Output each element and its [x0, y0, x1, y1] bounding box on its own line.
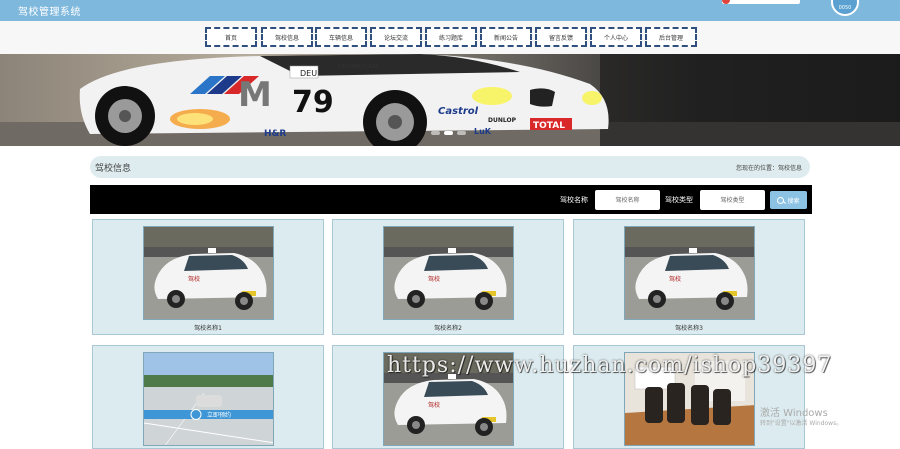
banner-brand-mark: M	[238, 75, 272, 115]
school-card[interactable]: 驾校 驾校名称1	[92, 219, 324, 335]
search-button-label: 搜索	[787, 197, 800, 205]
school-name-label: 驾校名称	[560, 196, 588, 204]
card-image-car[interactable]: 驾校	[383, 226, 514, 320]
svg-text:驾校: 驾校	[428, 275, 440, 283]
card-overlay-label[interactable]: 立即预约	[207, 410, 231, 419]
banner-sponsor-hr: H&R	[264, 129, 286, 139]
search-button[interactable]: 搜索	[770, 191, 807, 209]
banner-sponsor-luk: LuK	[474, 127, 492, 136]
card-caption: 驾校名称1	[194, 325, 222, 332]
slider-dot-2[interactable]	[444, 131, 453, 135]
svg-text:驾校: 驾校	[428, 401, 440, 409]
school-card[interactable]: 驾校 驾校名称2	[332, 219, 564, 335]
school-type-label: 驾校类型	[665, 196, 693, 204]
school-type-input[interactable]	[700, 190, 765, 210]
nav-item-home[interactable]: 首页	[205, 27, 257, 47]
slider-dot-1[interactable]	[431, 131, 440, 135]
banner-car-number: 79	[292, 85, 334, 120]
windows-activation-title: 激活 Windows	[760, 408, 828, 419]
nav-item-admin[interactable]: 后台管理	[645, 27, 697, 47]
banner-sponsor-total: TOTAL	[533, 121, 565, 131]
card-image-car[interactable]: 驾校	[624, 226, 755, 320]
nav-item-user-center[interactable]: 个人中心	[590, 27, 642, 47]
school-card[interactable]: 驾校 驾校名称3	[573, 219, 805, 335]
weibo-logo-icon[interactable]	[722, 0, 800, 4]
banner-slider-dots	[431, 131, 466, 135]
section-header: 驾校信息 您现在的位置：驾校信息	[90, 156, 810, 178]
banner-sponsor-crowne: CROWNE PLAZA	[338, 64, 379, 70]
main-nav: 首页 驾校信息 车辆信息 论坛交流 练习题库 新闻公告 留言反馈 个人中心 后台…	[0, 21, 900, 54]
banner-sponsor-castrol: Castrol	[438, 106, 479, 117]
school-name-input[interactable]	[595, 190, 660, 210]
nav-item-vehicle-info[interactable]: 车辆信息	[315, 27, 367, 47]
search-bar: 驾校名称 驾校类型 搜索	[90, 185, 812, 214]
banner-sponsor-dunlop: DUNLOP	[488, 117, 517, 124]
watermark-url: https://www.huzhan.com/ishop39397	[387, 353, 833, 378]
card-caption: 驾校名称3	[675, 325, 703, 332]
nav-item-forum[interactable]: 论坛交流	[370, 27, 422, 47]
search-icon	[777, 196, 785, 204]
school-card[interactable]: 立即预约	[92, 345, 324, 449]
card-caption: 驾校名称2	[434, 325, 462, 332]
section-title: 驾校信息	[95, 164, 132, 174]
svg-text:驾校: 驾校	[669, 275, 681, 283]
nav-item-school-info[interactable]: 驾校信息	[261, 27, 313, 47]
nav-item-feedback[interactable]: 留言反馈	[535, 27, 587, 47]
svg-text:驾校: 驾校	[188, 275, 200, 283]
user-avatar-text: 0050	[838, 5, 852, 11]
breadcrumb: 您现在的位置：驾校信息	[735, 165, 802, 172]
nav-item-question-bank[interactable]: 练习题库	[425, 27, 477, 47]
slider-dot-3[interactable]	[457, 131, 466, 135]
banner-country-tag: DEU	[300, 69, 317, 78]
nav-item-news[interactable]: 新闻公告	[480, 27, 532, 47]
card-image-car[interactable]: 驾校	[143, 226, 274, 320]
site-title: 驾校管理系统	[18, 7, 81, 18]
windows-activation-subtitle: 转到"设置"以激活 Windows。	[760, 420, 843, 427]
card-image-training-ground[interactable]: 立即预约	[143, 352, 274, 446]
